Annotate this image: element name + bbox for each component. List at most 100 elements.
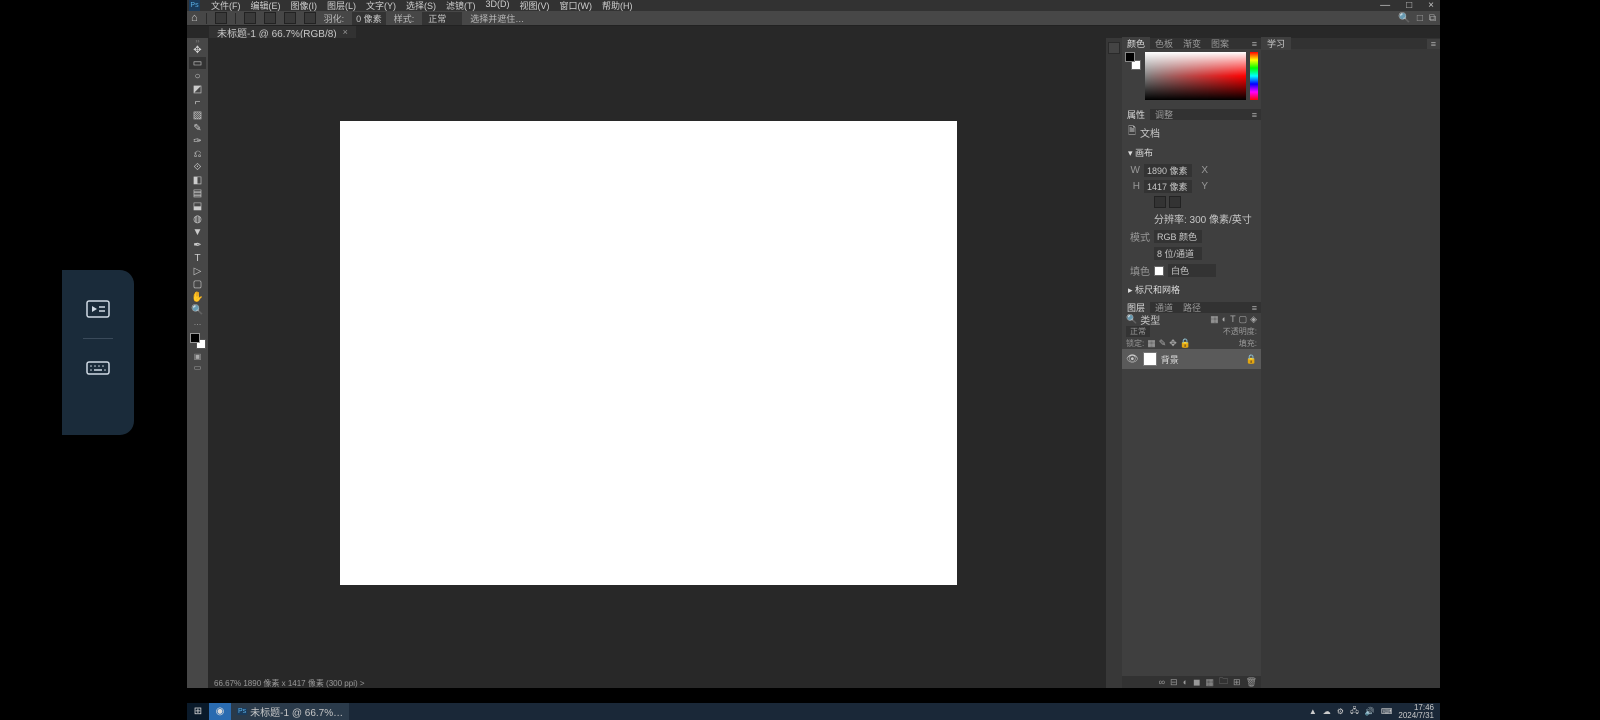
hue-strip[interactable] xyxy=(1250,52,1258,100)
docked-panel-icon[interactable] xyxy=(1108,42,1120,54)
tray-volume-icon[interactable]: 🔊 xyxy=(1365,707,1375,716)
landscape-icon[interactable] xyxy=(1169,196,1181,208)
tray-chevron-icon[interactable]: ▲ xyxy=(1309,707,1317,716)
eyedropper-tool[interactable]: ✎ xyxy=(189,122,206,134)
link-icon[interactable]: ∞ xyxy=(1159,677,1165,687)
adjustment-icon[interactable]: ◼ xyxy=(1193,677,1200,688)
canvas-section[interactable]: ▾ 画布 xyxy=(1128,146,1255,159)
feather-input[interactable]: 0 像素 xyxy=(352,12,386,25)
new-selection-icon[interactable] xyxy=(244,12,256,24)
panel-menu-icon[interactable]: ≡ xyxy=(1248,303,1261,313)
lock-transparent-icon[interactable]: ▦ xyxy=(1147,338,1156,349)
blur-tool[interactable]: ◍ xyxy=(189,213,206,225)
side-floater[interactable] xyxy=(62,270,134,435)
close-tab-icon[interactable]: × xyxy=(343,27,348,37)
filter-pixel-icon[interactable]: ▦ xyxy=(1210,314,1219,325)
maximize-button[interactable]: □ xyxy=(1402,0,1416,11)
mode-dropdown[interactable]: RGB 颜色 xyxy=(1154,230,1202,243)
quick-select-tool[interactable]: ◩ xyxy=(189,83,206,95)
lock-position-icon[interactable]: ✥ xyxy=(1169,338,1177,349)
style-dropdown[interactable]: 正常 xyxy=(422,12,462,25)
subtitle-icon[interactable] xyxy=(86,300,110,318)
lasso-tool[interactable]: ○ xyxy=(189,70,206,82)
frame-tool[interactable]: ▨ xyxy=(189,109,206,121)
folder-icon[interactable]: 🗀 xyxy=(1219,674,1228,690)
healing-tool[interactable]: ✑ xyxy=(189,135,206,147)
layer-name[interactable]: 背景 xyxy=(1161,353,1179,366)
workspace-icon[interactable]: □ xyxy=(1417,13,1423,24)
app-icon[interactable]: Ps xyxy=(189,0,200,11)
layer-thumbnail[interactable] xyxy=(1143,352,1157,366)
fill-swatch[interactable] xyxy=(1154,266,1164,276)
gradient-tool[interactable]: ⬓ xyxy=(189,200,206,212)
brush-tool[interactable]: ⎌ xyxy=(189,148,206,160)
kind-search-icon[interactable]: 🔍 xyxy=(1126,314,1137,325)
taskview-button[interactable]: ◉ xyxy=(209,703,231,720)
screen-mode-icon[interactable]: ▭ xyxy=(189,362,206,372)
lock-icon[interactable]: 🔒 xyxy=(1246,354,1257,365)
tool-preset-icon[interactable] xyxy=(215,12,227,24)
home-button[interactable]: ⌂ xyxy=(191,12,198,24)
search-icon[interactable]: 🔍 xyxy=(1398,13,1410,24)
fx-icon[interactable]: ⊟ xyxy=(1170,677,1178,688)
width-input[interactable]: 1890 像素 xyxy=(1144,164,1192,177)
filter-type-icon[interactable]: T xyxy=(1230,314,1236,324)
quick-mask-icon[interactable]: ▣ xyxy=(189,351,206,361)
tray-settings-icon[interactable]: ⚙ xyxy=(1337,707,1344,716)
stamp-tool[interactable]: ⟐ xyxy=(189,161,206,173)
portrait-icon[interactable] xyxy=(1154,196,1166,208)
fill-dropdown[interactable]: 白色 xyxy=(1168,264,1216,277)
panel-fg-bg[interactable] xyxy=(1125,52,1141,70)
select-mask-button[interactable]: 选择并遮住… xyxy=(470,12,524,25)
keyboard-icon[interactable] xyxy=(86,359,110,377)
tray-cloud-icon[interactable]: ☁ xyxy=(1323,707,1331,716)
fg-bg-color[interactable] xyxy=(189,332,207,350)
marquee-tool[interactable]: ▭ xyxy=(189,57,206,69)
zoom-tool[interactable]: 🔍 xyxy=(189,304,206,316)
tray-ime-icon[interactable]: ⌨ xyxy=(1381,707,1393,716)
lock-pixel-icon[interactable]: ✎ xyxy=(1159,338,1167,349)
intersect-selection-icon[interactable] xyxy=(304,12,316,24)
visibility-eye-icon[interactable]: 👁 xyxy=(1126,354,1139,365)
filter-smart-icon[interactable]: ◈ xyxy=(1250,314,1257,325)
depth-dropdown[interactable]: 8 位/通道 xyxy=(1154,247,1202,260)
hand-tool[interactable]: ✋ xyxy=(189,291,206,303)
dodge-tool[interactable]: ▼ xyxy=(189,226,206,238)
subtract-selection-icon[interactable] xyxy=(284,12,296,24)
panel-menu-icon[interactable]: ≡ xyxy=(1427,39,1440,49)
path-select-tool[interactable]: ▷ xyxy=(189,265,206,277)
height-input[interactable]: 1417 像素 xyxy=(1144,180,1192,193)
type-tool[interactable]: T xyxy=(189,252,206,264)
delete-icon[interactable]: 🗑 xyxy=(1246,677,1257,688)
new-layer-icon[interactable]: ⊞ xyxy=(1233,677,1241,688)
document-tab[interactable]: 未标题-1 @ 66.7%(RGB/8) × xyxy=(209,26,356,38)
tray-network-icon[interactable]: 🖧 xyxy=(1350,705,1359,719)
toolbar-more[interactable]: … xyxy=(189,317,206,327)
history-brush-tool[interactable]: ◧ xyxy=(189,174,206,186)
crop-tool[interactable]: ⌐ xyxy=(189,96,206,108)
minimize-button[interactable]: — xyxy=(1376,0,1394,11)
hue-saturation-field[interactable] xyxy=(1145,52,1246,100)
move-tool[interactable]: ✥ xyxy=(189,44,206,56)
canvas-area[interactable]: 66.67% 1890 像素 x 1417 像素 (300 ppi) > xyxy=(208,38,1106,688)
mask-icon[interactable]: ◐ xyxy=(1183,677,1188,687)
tab-learn[interactable]: 学习 xyxy=(1261,37,1291,50)
close-button[interactable]: × xyxy=(1424,0,1438,11)
eraser-tool[interactable]: ▤ xyxy=(189,187,206,199)
canvas[interactable] xyxy=(340,121,957,585)
panel-menu-icon[interactable]: ≡ xyxy=(1248,110,1261,120)
panel-menu-icon[interactable]: ≡ xyxy=(1248,39,1261,49)
share-icon[interactable]: ⧉ xyxy=(1429,13,1436,24)
fg-color-swatch[interactable] xyxy=(190,333,200,343)
lock-all-icon[interactable]: 🔒 xyxy=(1180,338,1191,349)
shape-tool[interactable]: ▢ xyxy=(189,278,206,290)
blend-mode-dropdown[interactable]: 正常 xyxy=(1126,326,1150,337)
layer-row[interactable]: 👁 背景 🔒 xyxy=(1122,349,1261,369)
toolbar-grip[interactable]: ›› xyxy=(191,40,205,43)
filter-adj-icon[interactable]: ◐ xyxy=(1222,314,1227,324)
ruler-section[interactable]: ▸ 标尺和网格 xyxy=(1128,283,1255,296)
system-clock[interactable]: 17:46 2024/7/31 xyxy=(1398,704,1434,720)
add-selection-icon[interactable] xyxy=(264,12,276,24)
pen-tool[interactable]: ✒ xyxy=(189,239,206,251)
start-button[interactable]: ⊞ xyxy=(187,703,209,720)
